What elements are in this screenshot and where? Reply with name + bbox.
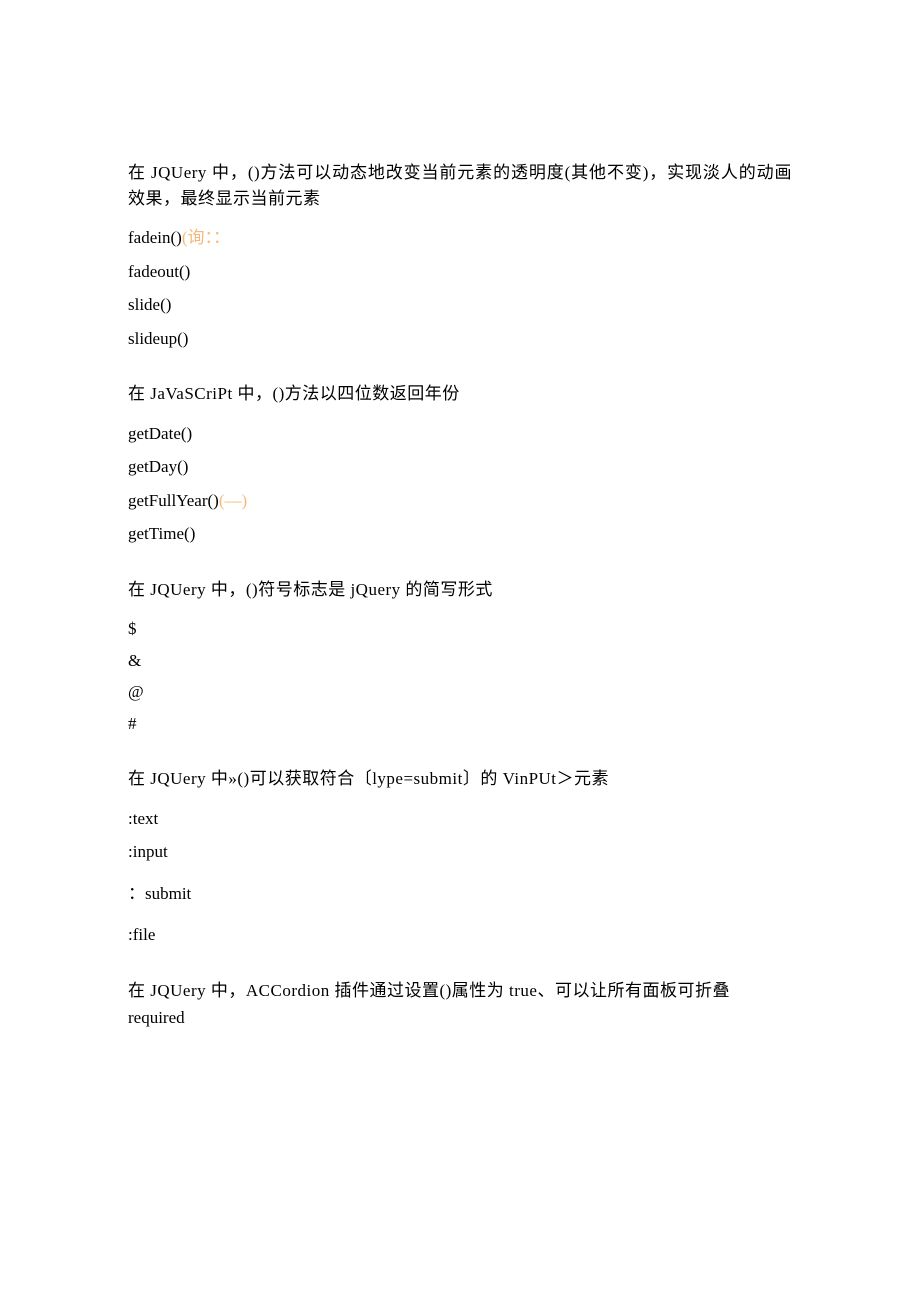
question-1-prompt: 在 JQUery 中，()方法可以动态地改变当前元素的透明度(其他不变)，实现淡…: [128, 160, 792, 211]
question-3-option-a: $: [128, 616, 792, 642]
question-1-option-c: slide(): [128, 292, 792, 318]
question-2-option-a: getDate(): [128, 421, 792, 447]
question-2-option-c: getFullYear()(—): [128, 488, 792, 514]
annotation-text: (询：：: [182, 228, 230, 247]
annotation-text: (—): [219, 491, 247, 510]
question-1-option-a: fadein()(询：：: [128, 225, 792, 251]
question-4-option-b: :input: [128, 839, 792, 865]
question-5-prompt: 在 JQUery 中，ACCordion 插件通过设置()属性为 true、可以…: [128, 978, 792, 1004]
question-4-option-d: :file: [128, 922, 792, 948]
question-1-option-d: slideup(): [128, 326, 792, 352]
question-3-prompt: 在 JQUery 中，()符号标志是 jQuery 的简写形式: [128, 577, 792, 603]
question-5: 在 JQUery 中，ACCordion 插件通过设置()属性为 true、可以…: [128, 978, 792, 1031]
question-2-option-b: getDay(): [128, 454, 792, 480]
option-text: getFullYear(): [128, 491, 219, 510]
question-1-option-b: fadeout(): [128, 259, 792, 285]
question-3-option-c: @: [128, 679, 792, 705]
question-5-option-a: required: [128, 1005, 792, 1031]
question-4-option-c: ：submit: [128, 881, 792, 907]
question-4: 在 JQUery 中»()可以获取符合〔lype=submit〕的 VinPUt…: [128, 766, 792, 948]
question-1: 在 JQUery 中，()方法可以动态地改变当前元素的透明度(其他不变)，实现淡…: [128, 160, 792, 351]
question-3: 在 JQUery 中，()符号标志是 jQuery 的简写形式 $ & @ #: [128, 577, 792, 737]
question-4-option-a: :text: [128, 806, 792, 832]
question-2-prompt: 在 JaVaSCriPt 中，()方法以四位数返回年份: [128, 381, 792, 407]
question-3-option-d: #: [128, 711, 792, 737]
question-4-prompt: 在 JQUery 中»()可以获取符合〔lype=submit〕的 VinPUt…: [128, 766, 792, 792]
question-2-option-d: getTime(): [128, 521, 792, 547]
question-2: 在 JaVaSCriPt 中，()方法以四位数返回年份 getDate() ge…: [128, 381, 792, 547]
document-page: 在 JQUery 中，()方法可以动态地改变当前元素的透明度(其他不变)，实现淡…: [0, 0, 920, 1121]
question-3-option-b: &: [128, 648, 792, 674]
option-text: fadein(): [128, 228, 182, 247]
